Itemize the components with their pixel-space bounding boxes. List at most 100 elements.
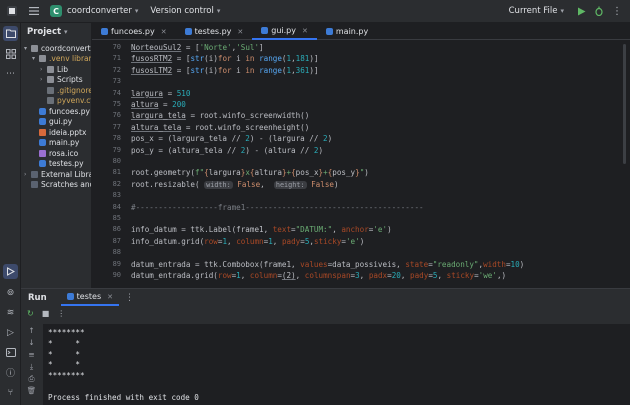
tree-item-label: .gitignore: [57, 85, 92, 95]
left-tool-strip: ⋯ ⊚ ≋ ▷ ⓘ ⑂: [0, 23, 21, 405]
tree-item[interactable]: ▾ .venv library: [21, 54, 92, 64]
tab-funcoes[interactable]: funcoes.py ✕: [92, 23, 176, 40]
project-tool-icon[interactable]: [3, 26, 18, 41]
chevron-down-icon[interactable]: ▾: [64, 28, 68, 36]
close-icon[interactable]: ✕: [302, 27, 308, 35]
code-line[interactable]: info_datum.grid(row=1, column=1, pady=5,…: [131, 237, 364, 246]
chevron-down-icon[interactable]: ▾: [32, 55, 39, 62]
chevron-right-icon[interactable]: ›: [40, 66, 47, 73]
console-line: * *: [48, 360, 81, 370]
line-number: 71: [112, 54, 121, 63]
scroll-to-end-icon[interactable]: ⤓: [26, 362, 37, 371]
run-icon[interactable]: [574, 7, 588, 16]
chevron-down-icon[interactable]: ▾: [217, 7, 221, 15]
more-options-icon[interactable]: ⋮: [610, 6, 624, 17]
code-line[interactable]: datum_entrada.grid(row=1, column=(2), co…: [131, 271, 506, 280]
tree-item[interactable]: main.py: [21, 138, 79, 148]
chevron-down-icon[interactable]: ▾: [560, 7, 564, 15]
project-panel-header[interactable]: Project ▾: [21, 23, 91, 40]
folder-icon: [47, 76, 54, 83]
tree-item[interactable]: pyvenv.cfg: [21, 96, 91, 106]
line-number: 75: [112, 100, 121, 108]
print-icon[interactable]: ⎙: [26, 374, 37, 383]
close-icon[interactable]: ✕: [107, 293, 113, 301]
code-editor[interactable]: 70 71 72 73 74 75 76 77 78 79 80 81 82 83 84 85 86 87 88 89…: [92, 41, 630, 288]
run-config-selector[interactable]: Current File: [509, 6, 558, 16]
editor-scrollbar[interactable]: [622, 44, 627, 164]
rerun-icon[interactable]: ↻: [27, 309, 34, 318]
tree-item[interactable]: ideia.pptx: [21, 127, 86, 137]
version-control-menu[interactable]: Version control: [150, 6, 213, 16]
tree-item-label: .venv library: [49, 54, 92, 63]
debug-icon[interactable]: [592, 6, 606, 16]
run-tab-testes[interactable]: testes ✕: [60, 289, 119, 306]
arrow-down-icon[interactable]: ↓: [26, 338, 37, 347]
library-icon: [31, 181, 38, 188]
tree-item[interactable]: funcoes.py: [21, 106, 90, 116]
run-console[interactable]: ******** * * * * * * ******** Process finishe…: [43, 324, 630, 405]
tree-item[interactable]: Scratches and: [21, 180, 91, 190]
tree-item-label: pyvenv.cfg: [57, 96, 91, 105]
code-line[interactable]: largura_tela = root.winfo_screenwidth(): [131, 111, 309, 120]
tab-testes[interactable]: testes.py ✕: [176, 23, 253, 40]
code-line[interactable]: largura = 510: [131, 89, 190, 98]
stop-icon[interactable]: ■: [42, 309, 50, 318]
code-line[interactable]: pos_y = (altura_tela // 2) - (altura // …: [131, 146, 323, 155]
tree-item[interactable]: gui.py: [21, 117, 72, 127]
chevron-right-icon[interactable]: ›: [24, 171, 31, 178]
code-line[interactable]: altura = 200: [131, 100, 186, 109]
tree-item[interactable]: rosa.ico: [21, 148, 78, 158]
hamburger-menu-icon[interactable]: [26, 7, 42, 15]
terminal-icon[interactable]: [3, 345, 18, 360]
project-badge[interactable]: C: [50, 5, 62, 17]
problems-icon[interactable]: ⓘ: [3, 365, 18, 380]
services-icon[interactable]: ▷: [3, 325, 18, 340]
tree-item[interactable]: testes.py: [21, 159, 84, 169]
code-line[interactable]: altura_tela = root.winfo_screenheight(): [131, 123, 309, 132]
tree-item[interactable]: ▾ coordconvert: [21, 43, 91, 53]
line-number: 89: [112, 259, 121, 268]
console-line: * *: [48, 349, 81, 359]
chevron-down-icon[interactable]: ▾: [24, 45, 31, 52]
tree-item[interactable]: .gitignore: [21, 85, 92, 95]
tree-item[interactable]: › Scripts: [21, 75, 83, 85]
more-tools-icon[interactable]: ⋯: [3, 66, 18, 81]
line-number: 88: [112, 248, 121, 257]
code-line[interactable]: fusosLTM2 = [str(i)for i in range(1,361)…: [131, 66, 319, 75]
code-line[interactable]: #------------------frame1---------------…: [131, 203, 424, 212]
close-icon[interactable]: ✕: [161, 28, 167, 36]
tab-gui[interactable]: gui.py ✕: [252, 23, 317, 40]
app-logo-icon[interactable]: [4, 6, 20, 16]
console-line: ********: [48, 328, 85, 337]
plugins-icon[interactable]: [3, 46, 18, 61]
code-line[interactable]: datum_entrada = ttk.Combobox(frame1, val…: [131, 260, 524, 269]
arrow-up-icon[interactable]: ↑: [26, 326, 37, 335]
python-file-icon: [101, 28, 108, 35]
tab-main[interactable]: main.py: [317, 23, 377, 40]
code-line[interactable]: info_datum = ttk.Label(frame1, text="DAT…: [131, 225, 392, 234]
chevron-down-icon[interactable]: ▾: [135, 7, 139, 15]
code-line[interactable]: fusosRTM2 = [str(i)for i in range(1,181)…: [131, 54, 319, 63]
trash-icon[interactable]: 🗑: [26, 386, 37, 395]
tree-item[interactable]: › Lib: [21, 64, 68, 74]
run-tool-icon[interactable]: [3, 264, 18, 279]
title-bar: C coordconverter ▾ Version control ▾ Cur…: [0, 0, 630, 23]
line-number: 72: [112, 65, 121, 74]
close-icon[interactable]: ✕: [237, 28, 243, 36]
python-packages-icon[interactable]: ⊚: [3, 285, 18, 300]
code-line[interactable]: NorteouSul2 = ['Norte','Sul']: [131, 43, 264, 52]
tab-label: gui.py: [271, 26, 296, 35]
tree-item[interactable]: › External Librarie: [21, 169, 91, 179]
soft-wrap-icon[interactable]: ≡: [26, 350, 37, 359]
project-name[interactable]: coordconverter: [67, 6, 132, 16]
chevron-right-icon[interactable]: ›: [40, 76, 47, 83]
code-line[interactable]: root.geometry(f"{largura}x{altura}+{pos_…: [131, 168, 369, 177]
code-line[interactable]: pos_x = (largura_tela // 2) - (largura /…: [131, 134, 332, 143]
layers-icon[interactable]: ≋: [3, 305, 18, 320]
code-line[interactable]: root.resizable( width: False, height: Fa…: [131, 180, 339, 189]
folder-icon: [47, 65, 54, 73]
python-file-icon: [66, 293, 74, 300]
more-options-icon[interactable]: ⋮: [125, 293, 134, 303]
git-icon[interactable]: ⑂: [3, 385, 18, 400]
more-options-icon[interactable]: ⋮: [57, 309, 65, 318]
